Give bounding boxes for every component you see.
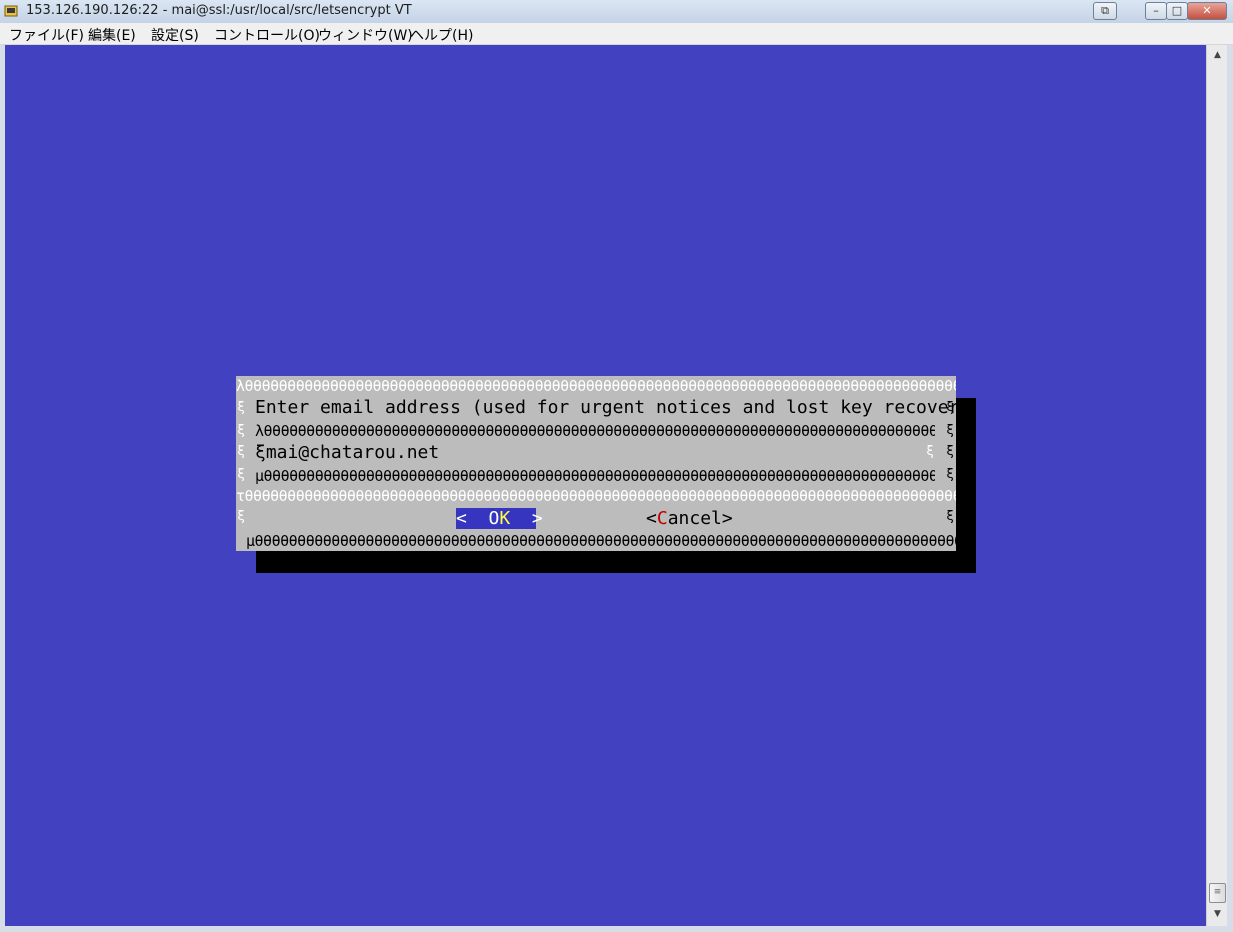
scroll-up-icon[interactable]: ▲: [1207, 47, 1228, 64]
cancel-rest: ancel>: [667, 508, 733, 529]
email-input[interactable]: ξmai@chatarou.net: [255, 442, 439, 464]
dialog-top-border: λθθθθθθθθθθθθθθθθθθθθθθθθθθθθθθθθθθθθθθθ…: [236, 377, 956, 395]
dialog-separator: τθθθθθθθθθθθθθθθθθθθθθθθθθθθθθθθθθθθθθθθ…: [236, 487, 956, 505]
title-bar: 153.126.190.126:22 - mai@ssl:/usr/local/…: [0, 0, 1233, 24]
window-frame-bottom: [0, 926, 1233, 932]
menu-bar: ファイル(F) 編集(E) 設定(S) コントロール(O) ウィンドウ(W) ヘ…: [0, 23, 1233, 45]
terminal-area[interactable]: λθθθθθθθθθθθθθθθθθθθθθθθθθθθθθθθθθθθθθθθ…: [5, 45, 1206, 926]
restore-icon-button[interactable]: ⧉: [1093, 2, 1117, 20]
close-button[interactable]: ✕: [1187, 2, 1227, 20]
dialog-right-edge: ξ: [946, 467, 954, 482]
window-frame-right: [1227, 45, 1233, 932]
scroll-down-icon[interactable]: ▼: [1207, 906, 1228, 923]
scroll-thumb[interactable]: ≡: [1209, 883, 1226, 903]
dialog-left-edge: ξ: [237, 467, 245, 482]
email-dialog: λθθθθθθθθθθθθθθθθθθθθθθθθθθθθθθθθθθθθθθθ…: [236, 376, 956, 551]
menu-edit[interactable]: 編集(E): [88, 25, 136, 45]
menu-file[interactable]: ファイル(F): [9, 25, 84, 45]
dialog-right-edge: ξ: [946, 444, 954, 459]
dialog-left-edge: ξ: [237, 444, 245, 459]
cancel-left-bracket: <: [646, 508, 657, 529]
menu-settings[interactable]: 設定(S): [151, 25, 199, 45]
maximize-button[interactable]: □: [1166, 2, 1188, 20]
dialog-right-edge: ξ: [946, 509, 954, 524]
ok-hotkey: K: [499, 508, 511, 529]
menu-window[interactable]: ウィンドウ(W): [318, 25, 413, 45]
ok-button[interactable]: < OK >: [456, 508, 543, 529]
cancel-hotkey: C: [656, 508, 668, 529]
minimize-button[interactable]: –: [1145, 2, 1167, 20]
menu-control[interactable]: コントロール(O): [214, 25, 320, 45]
dialog-right-edge: ξ: [946, 400, 954, 415]
input-top-border: λθθθθθθθθθθθθθθθθθθθθθθθθθθθθθθθθθθθθθθθ…: [255, 422, 935, 440]
dialog-left-edge: ξ: [237, 509, 245, 524]
input-right-edge: ξ: [926, 444, 934, 459]
dialog-right-edge: ξ: [946, 423, 954, 438]
menu-help[interactable]: ヘルプ(H): [410, 25, 473, 45]
vertical-scrollbar[interactable]: ▲ ≡ ▼: [1206, 45, 1228, 926]
teraterm-app-icon[interactable]: [4, 4, 18, 18]
ok-right-bracket: >: [510, 508, 543, 529]
ok-left-bracket: <: [456, 508, 489, 529]
cancel-button[interactable]: <Cancel>: [646, 508, 733, 529]
input-bottom-border: μθθθθθθθθθθθθθθθθθθθθθθθθθθθθθθθθθθθθθθθ…: [255, 467, 935, 485]
dialog-bottom-border: μθθθθθθθθθθθθθθθθθθθθθθθθθθθθθθθθθθθθθθθ…: [246, 532, 956, 550]
ok-letter-o: O: [488, 508, 500, 529]
dialog-left-edge: ξ: [237, 400, 245, 415]
window-title: 153.126.190.126:22 - mai@ssl:/usr/local/…: [26, 3, 412, 18]
dialog-left-edge: ξ: [237, 423, 245, 438]
dialog-prompt: Enter email address (used for urgent not…: [255, 397, 956, 418]
